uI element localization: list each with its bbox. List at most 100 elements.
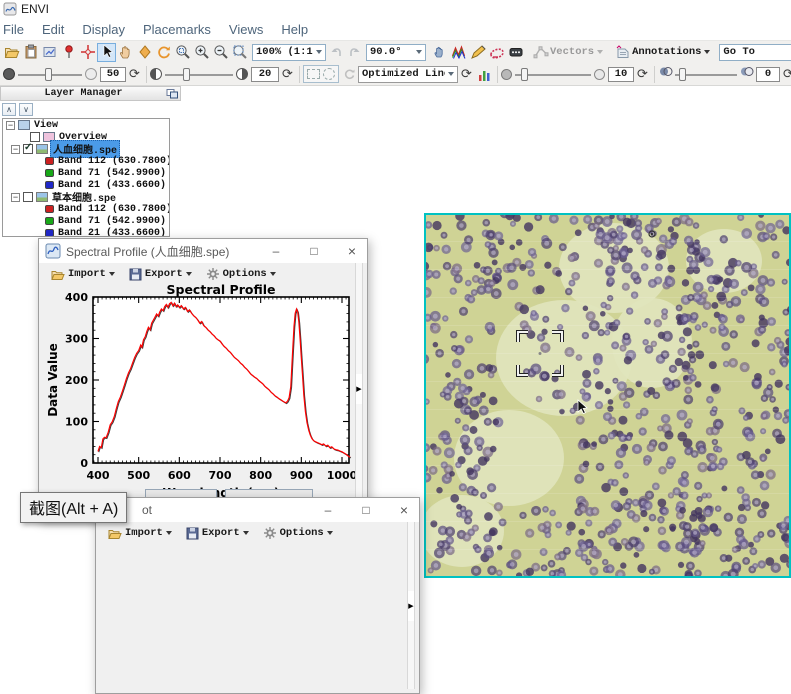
- export-menu[interactable]: Export: [129, 268, 192, 281]
- export-menu[interactable]: Export: [186, 527, 249, 540]
- sharpen-input[interactable]: 10: [608, 67, 634, 82]
- arbitrary-profile-button[interactable]: [468, 43, 487, 62]
- stretch-on-view-extent-button[interactable]: [321, 67, 337, 81]
- collapse-icon[interactable]: −: [6, 121, 15, 130]
- histogram-stretch-button[interactable]: [475, 65, 494, 84]
- close-button[interactable]: ×: [345, 243, 359, 259]
- tree-label[interactable]: View: [32, 120, 60, 131]
- transparency-input[interactable]: 0: [756, 67, 780, 82]
- plot-window-title: ot: [142, 503, 152, 517]
- sharpen-refresh-icon[interactable]: ⟳: [634, 67, 651, 82]
- tree-row-band[interactable]: Band 112 (630.7800): [3, 203, 169, 215]
- brightness-input[interactable]: 50: [100, 67, 126, 82]
- tree-row-blood-cells[interactable]: − ✓ 人血细胞.spe: [3, 143, 169, 155]
- layer-checkbox-checked[interactable]: ✓: [23, 144, 33, 154]
- options-menu[interactable]: Options: [263, 526, 333, 540]
- tree-label[interactable]: Band 112 (630.7800): [56, 204, 170, 215]
- spectral-profile-chart[interactable]: 40050060070080090010000100200300400Spect…: [39, 283, 369, 521]
- brightness-refresh-icon[interactable]: ⟳: [126, 67, 143, 82]
- side-panel-splitter[interactable]: ▶: [407, 522, 415, 689]
- tree-label[interactable]: Band 21 (433.6600): [56, 228, 168, 238]
- splitter-arrow-icon[interactable]: ▶: [356, 374, 362, 404]
- stretch-refresh-icon[interactable]: ⟳: [458, 67, 475, 82]
- minimize-button[interactable]: –: [321, 503, 335, 517]
- tree-label[interactable]: Band 112 (630.7800): [56, 156, 170, 167]
- menu-placemarks[interactable]: Placemarks: [134, 22, 220, 37]
- tree-row-band[interactable]: Band 71 (542.9900): [3, 215, 169, 227]
- collapse-all-button[interactable]: ∧: [2, 103, 16, 116]
- tree-row-herb-cells[interactable]: − 草本细胞.spe: [3, 191, 169, 203]
- zoom-in-button[interactable]: [192, 43, 211, 62]
- rotate-view-button[interactable]: [154, 43, 173, 62]
- annotations-menu-button[interactable]: [613, 43, 632, 62]
- data-manager-button[interactable]: [40, 43, 59, 62]
- tree-row-band[interactable]: Band 21 (433.6600): [3, 227, 169, 237]
- overview-checkbox[interactable]: [30, 132, 40, 142]
- menu-help[interactable]: Help: [272, 22, 317, 37]
- options-menu[interactable]: Options: [206, 267, 276, 281]
- stretch-on-full-extent-button[interactable]: [305, 67, 321, 81]
- paste-button[interactable]: [21, 43, 40, 62]
- cursor-value-button[interactable]: [430, 43, 449, 62]
- fly-tool-button[interactable]: [135, 43, 154, 62]
- goto-combo[interactable]: Go To: [719, 44, 791, 61]
- tree-label[interactable]: Band 71 (542.9900): [56, 168, 168, 179]
- maximize-button[interactable]: □: [359, 503, 373, 517]
- side-panel-splitter[interactable]: ▶: [355, 263, 363, 515]
- tree-row-band[interactable]: Band 71 (542.9900): [3, 167, 169, 179]
- layer-checkbox-unchecked[interactable]: [23, 192, 33, 202]
- next-extent-button[interactable]: [345, 43, 364, 62]
- menu-file[interactable]: File: [0, 22, 33, 37]
- pan-hand-icon: [118, 44, 134, 60]
- minimize-button[interactable]: –: [269, 244, 283, 258]
- close-button[interactable]: ×: [397, 502, 411, 518]
- brightness-dark-icon: [3, 68, 15, 80]
- pan-tool-button[interactable]: [116, 43, 135, 62]
- import-menu[interactable]: Import: [51, 268, 115, 281]
- options-gear-icon: [206, 267, 220, 281]
- stretch-reset-button[interactable]: [339, 65, 358, 84]
- previous-extent-button[interactable]: [326, 43, 345, 62]
- tree-row-view[interactable]: − View: [3, 119, 169, 131]
- contrast-input[interactable]: 20: [251, 67, 279, 82]
- vectors-menu-button[interactable]: [531, 43, 550, 62]
- annotations-menu-label[interactable]: Annotations: [632, 46, 701, 58]
- contrast-refresh-icon[interactable]: ⟳: [279, 67, 296, 82]
- rotation-combo[interactable]: 90.0°: [366, 44, 426, 61]
- open-file-button[interactable]: [2, 43, 21, 62]
- stretch-type-combo[interactable]: Optimized Linear: [358, 66, 458, 83]
- collapse-icon[interactable]: −: [11, 193, 20, 202]
- collapse-icon[interactable]: −: [11, 145, 20, 154]
- menu-views[interactable]: Views: [220, 22, 272, 37]
- import-menu[interactable]: Import: [108, 527, 172, 540]
- plot-window-titlebar[interactable]: ot – □ ×: [96, 498, 419, 522]
- transparency-slider[interactable]: [675, 66, 737, 83]
- spectral-profile-button[interactable]: [449, 43, 468, 62]
- zoom-level-combo[interactable]: 100% (1:1): [252, 44, 326, 61]
- layer-manager-header[interactable]: Layer Manager: [0, 86, 181, 101]
- menu-edit[interactable]: Edit: [33, 22, 73, 37]
- maximize-button[interactable]: □: [307, 244, 321, 258]
- transparency-refresh-icon[interactable]: ⟳: [780, 67, 791, 82]
- zoom-window-button[interactable]: [173, 43, 192, 62]
- dock-pin-icon[interactable]: [166, 88, 178, 99]
- vectors-menu-label[interactable]: Vectors: [550, 46, 594, 58]
- crosshair-tool-button[interactable]: [78, 43, 97, 62]
- splitter-arrow-icon[interactable]: ▶: [408, 591, 414, 621]
- tree-label[interactable]: Band 71 (542.9900): [56, 216, 168, 227]
- zoom-to-extent-button[interactable]: [230, 43, 249, 62]
- mensuration-button[interactable]: [506, 43, 525, 62]
- menu-display[interactable]: Display: [73, 22, 134, 37]
- brightness-slider[interactable]: [18, 66, 82, 83]
- zoom-out-button[interactable]: [211, 43, 230, 62]
- tree-row-band[interactable]: Band 112 (630.7800): [3, 155, 169, 167]
- placemark-button[interactable]: [59, 43, 78, 62]
- image-view-canvas[interactable]: [424, 213, 791, 578]
- roi-tool-button[interactable]: [487, 43, 506, 62]
- select-tool-button[interactable]: [97, 43, 116, 62]
- contrast-slider[interactable]: [165, 66, 233, 83]
- brightness-light-icon: [85, 68, 97, 80]
- spectral-profile-titlebar[interactable]: Spectral Profile (人血细胞.spe) – □ ×: [39, 239, 367, 263]
- sharpen-slider[interactable]: [515, 66, 591, 83]
- expand-all-button[interactable]: ∨: [19, 103, 33, 116]
